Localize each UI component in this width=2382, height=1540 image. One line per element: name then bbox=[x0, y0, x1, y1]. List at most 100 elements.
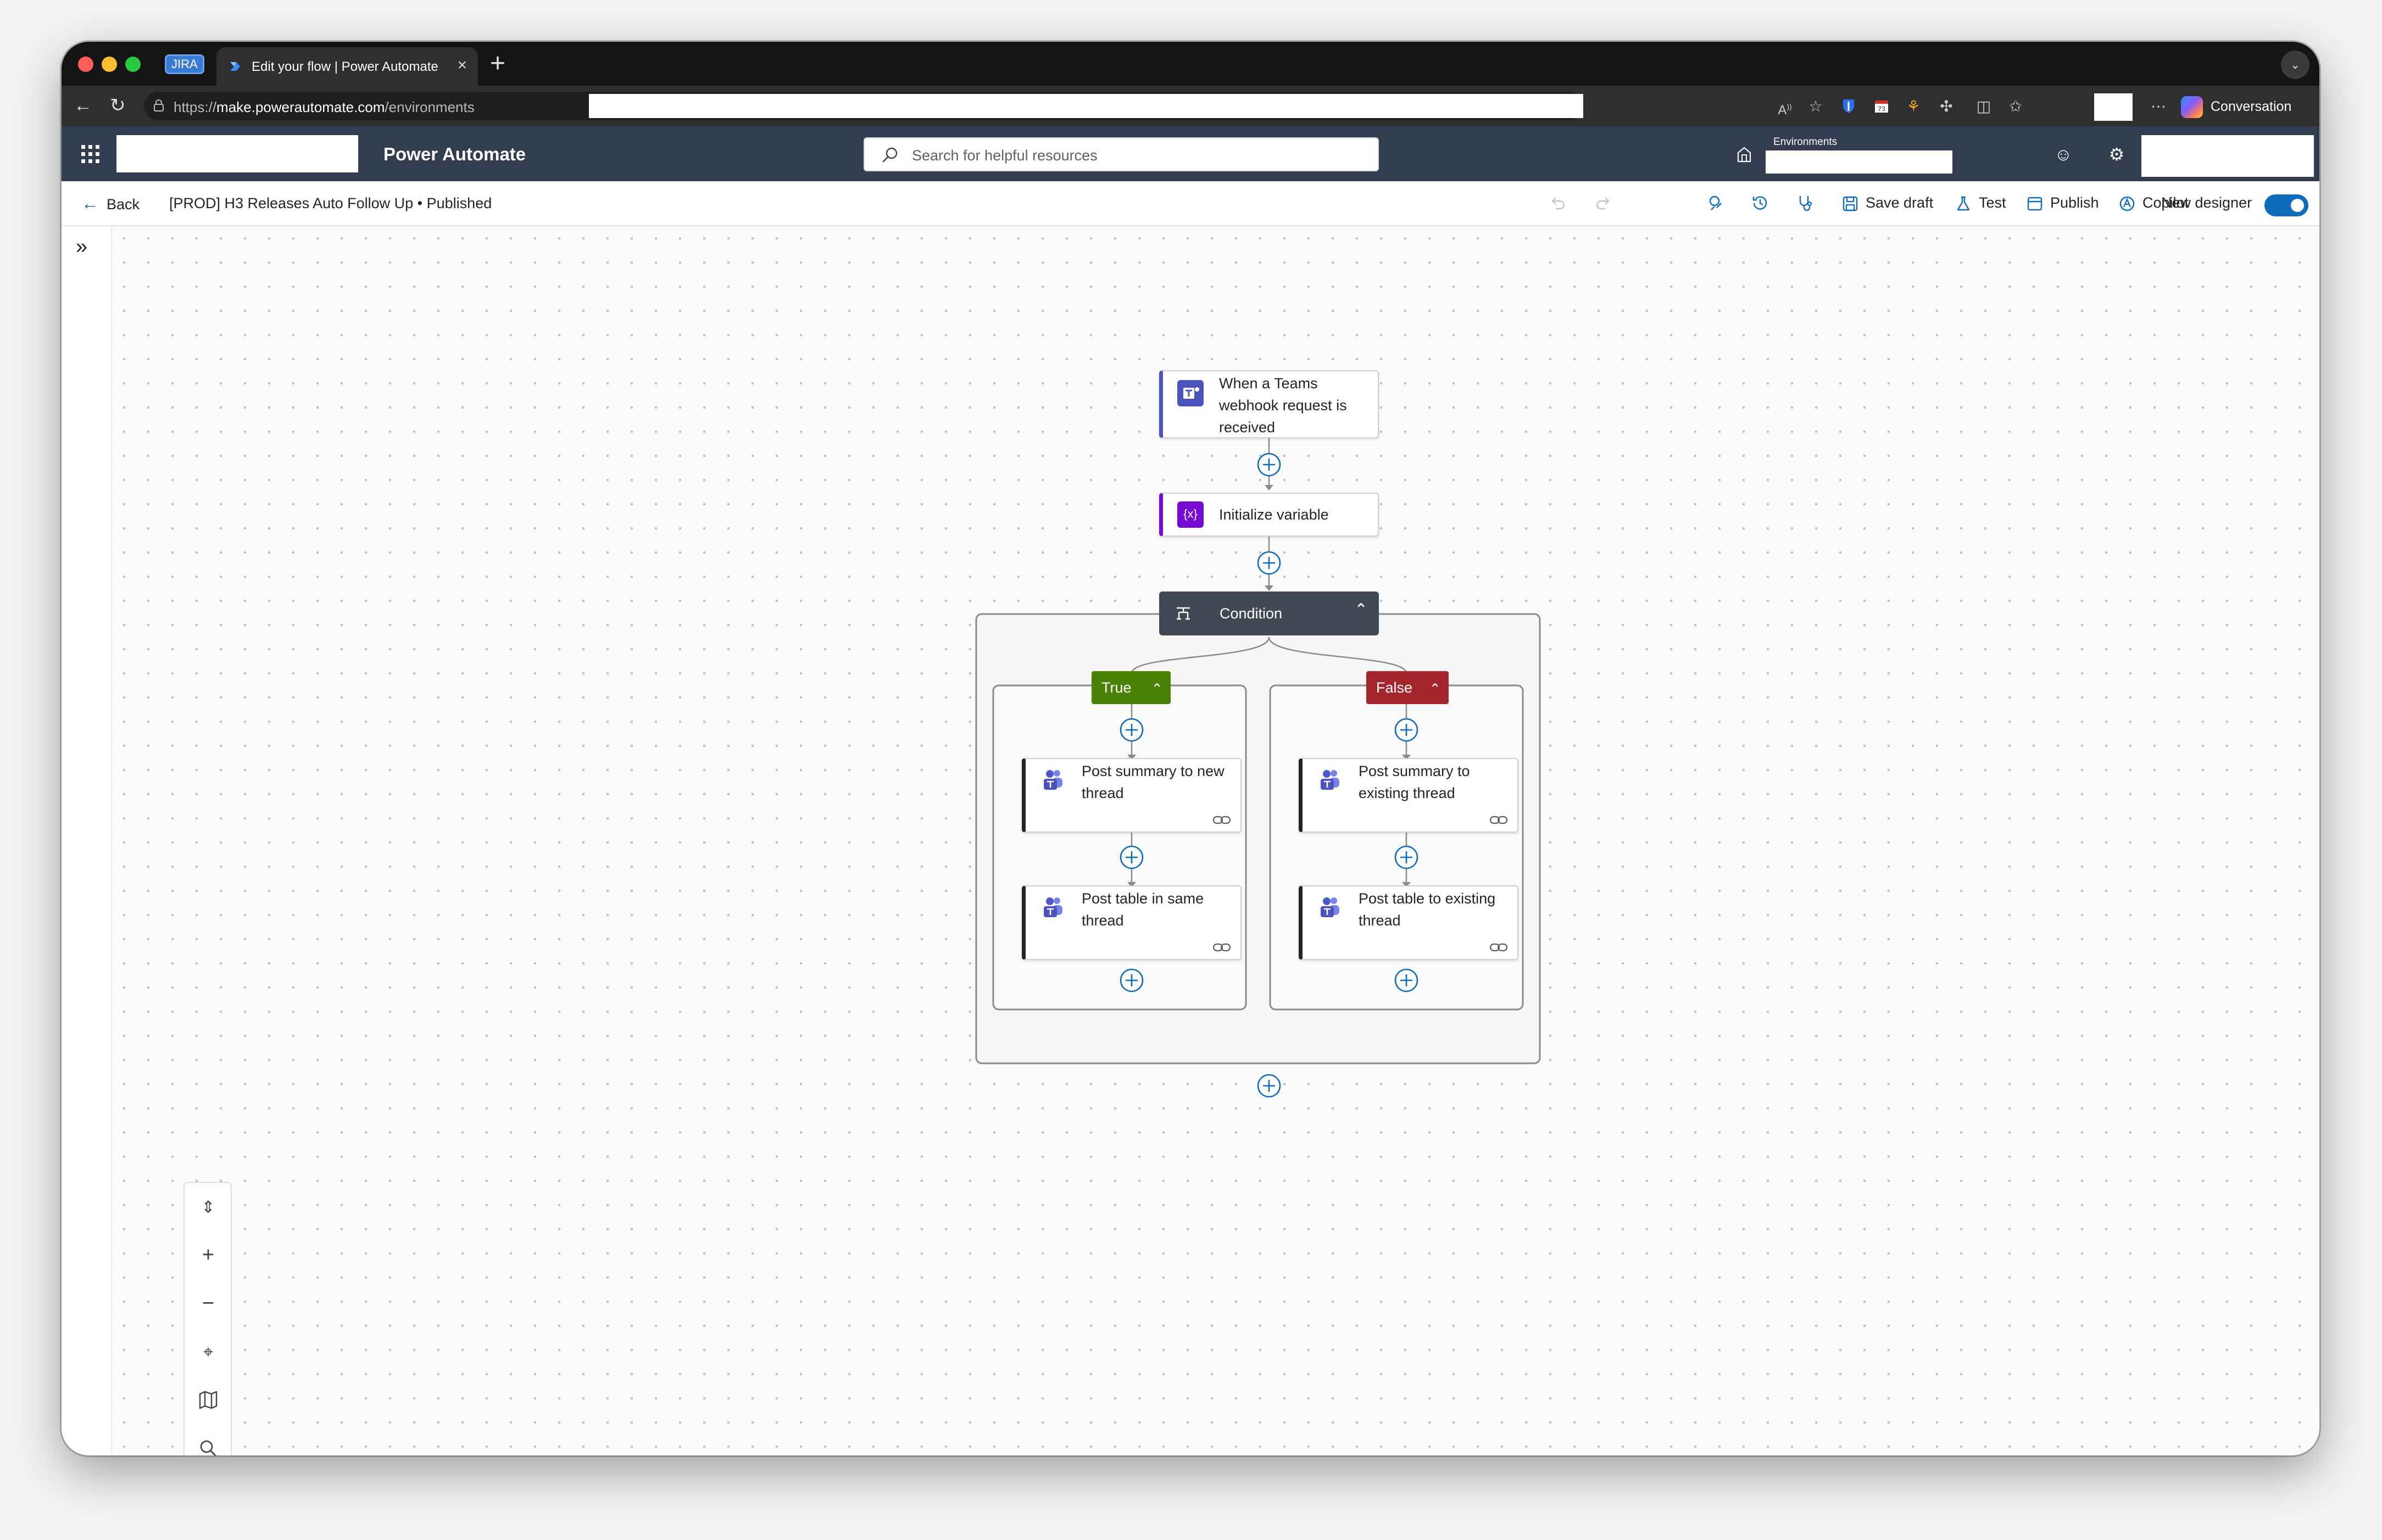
favorite-star-icon[interactable]: ☆ bbox=[1806, 98, 1825, 115]
tab-actions-chevron-icon[interactable]: ⌄ bbox=[2281, 51, 2309, 79]
test-label: Test bbox=[1979, 194, 2006, 211]
true-branch-label[interactable]: True ⌃ bbox=[1092, 671, 1171, 704]
app-name[interactable]: Power Automate bbox=[383, 144, 526, 165]
settings-gear-icon[interactable]: ⚙ bbox=[2106, 144, 2127, 165]
new-designer-toggle[interactable] bbox=[2264, 194, 2308, 216]
false-branch-label[interactable]: False ⌃ bbox=[1366, 671, 1449, 704]
add-step-plus-icon[interactable] bbox=[1394, 968, 1419, 993]
add-step-plus-icon[interactable] bbox=[1119, 968, 1144, 993]
version-history-icon[interactable] bbox=[1750, 193, 1770, 213]
split-screen-icon[interactable]: ◫ bbox=[1974, 98, 1993, 115]
new-tab-icon[interactable]: + bbox=[490, 48, 505, 79]
teams-people-icon bbox=[1321, 770, 1339, 790]
publish-label: Publish bbox=[2050, 194, 2099, 211]
search-icon[interactable] bbox=[196, 1436, 221, 1455]
diagnostics-stethoscope-icon[interactable] bbox=[1795, 193, 1815, 213]
close-window-button[interactable] bbox=[78, 57, 93, 72]
trigger-node[interactable]: When a Teams webhook request is received bbox=[1159, 370, 1379, 438]
save-draft-button[interactable]: Save draft bbox=[1841, 194, 1933, 213]
add-step-plus-icon[interactable] bbox=[1119, 845, 1144, 870]
redo-icon[interactable] bbox=[1593, 193, 1613, 213]
flow-checker-icon[interactable] bbox=[1706, 193, 1726, 213]
link-icon bbox=[1212, 943, 1231, 952]
app-launcher-waffle-icon[interactable] bbox=[81, 145, 100, 164]
read-aloud-icon[interactable]: A)) bbox=[1776, 98, 1794, 118]
environments-label: Environments bbox=[1773, 136, 1838, 148]
search-input[interactable]: Search for helpful resources bbox=[864, 137, 1379, 171]
puzzle-extensions-icon[interactable]: ✣ bbox=[1937, 98, 1956, 115]
favorites-icon[interactable]: ✩ bbox=[2006, 98, 2025, 115]
initialize-variable-title: Initialize variable bbox=[1219, 506, 1329, 523]
teams-people-icon bbox=[1321, 897, 1339, 917]
canvas-controls: ⇕ + − ⌖ bbox=[183, 1182, 232, 1455]
flask-icon bbox=[1957, 196, 1970, 211]
trigger-title: When a Teams webhook request is received bbox=[1219, 375, 1347, 436]
true-action-1-node[interactable]: Post summary to new thread bbox=[1022, 758, 1242, 833]
search-icon bbox=[882, 147, 898, 163]
redacted-area bbox=[589, 94, 1583, 118]
expand-panel-chevrons-icon[interactable]: » bbox=[76, 235, 87, 259]
save-icon bbox=[1843, 196, 1858, 211]
add-step-plus-icon[interactable] bbox=[1394, 717, 1419, 743]
url-path: /environments bbox=[385, 99, 475, 115]
extension-icon[interactable]: ⚘ bbox=[1904, 98, 1923, 115]
pinned-tab-jira[interactable]: JIRA bbox=[165, 54, 204, 74]
add-step-plus-icon[interactable] bbox=[1256, 550, 1282, 576]
collapse-chevron-up-icon[interactable]: ⌃ bbox=[1151, 672, 1163, 705]
back-button[interactable]: ← Back bbox=[81, 193, 140, 214]
redacted-area bbox=[116, 135, 358, 172]
test-button[interactable]: Test bbox=[1955, 194, 2006, 213]
link-icon bbox=[1489, 943, 1508, 952]
add-step-plus-icon[interactable] bbox=[1394, 845, 1419, 870]
true-action-1-title: Post summary to new thread bbox=[1082, 763, 1225, 801]
false-action-2-node[interactable]: Post table to existing thread bbox=[1299, 885, 1518, 960]
power-automate-icon bbox=[230, 62, 240, 71]
app-header: Power Automate Search for helpful resour… bbox=[62, 126, 2319, 181]
teams-icon bbox=[1177, 380, 1204, 406]
initialize-variable-node[interactable]: {x} Initialize variable bbox=[1159, 493, 1379, 537]
link-icon bbox=[1212, 816, 1231, 824]
collapse-chevron-up-icon[interactable]: ⌃ bbox=[1354, 600, 1368, 620]
flow-canvas[interactable]: When a Teams webhook request is received… bbox=[112, 226, 2319, 1455]
false-action-2-title: Post table to existing thread bbox=[1359, 890, 1496, 929]
url-input[interactable]: https://make.powerautomate.com/environme… bbox=[144, 92, 1583, 120]
variable-icon: {x} bbox=[1177, 501, 1204, 528]
flow-breadcrumb: [PROD] H3 Releases Auto Follow Up • Publ… bbox=[169, 195, 492, 211]
false-action-1-node[interactable]: Post summary to existing thread bbox=[1299, 758, 1518, 833]
calendar-extension-icon[interactable]: 73 bbox=[1872, 98, 1891, 115]
fit-view-icon[interactable]: ⌖ bbox=[196, 1339, 221, 1364]
collapse-chevron-up-icon[interactable]: ⌃ bbox=[1429, 672, 1441, 705]
zoom-in-plus-icon[interactable]: + bbox=[196, 1242, 221, 1268]
minimize-window-button[interactable] bbox=[102, 57, 117, 72]
active-tab[interactable]: Edit your flow | Power Automate × bbox=[216, 47, 478, 86]
back-arrow-icon[interactable]: ← bbox=[74, 94, 92, 116]
close-tab-icon[interactable]: × bbox=[457, 56, 467, 75]
conversation-button[interactable]: Conversation bbox=[2181, 93, 2291, 120]
left-rail: » bbox=[62, 226, 112, 1455]
password-manager-icon[interactable] bbox=[1839, 98, 1858, 115]
more-options-icon[interactable]: ⋯ bbox=[2149, 98, 2168, 115]
new-designer-label: New designer bbox=[2161, 194, 2252, 211]
maximize-window-button[interactable] bbox=[125, 57, 141, 72]
undo-icon[interactable] bbox=[1548, 193, 1568, 213]
add-step-plus-icon[interactable] bbox=[1256, 1073, 1282, 1098]
publish-button[interactable]: Publish bbox=[2026, 194, 2099, 213]
minimap-icon[interactable] bbox=[196, 1387, 221, 1413]
feedback-smiley-icon[interactable]: ☺ bbox=[2053, 144, 2074, 165]
true-action-2-title: Post table in same thread bbox=[1082, 890, 1204, 929]
copilot-icon bbox=[2119, 196, 2135, 211]
back-arrow-icon: ← bbox=[81, 193, 99, 213]
add-step-plus-icon[interactable] bbox=[1256, 452, 1282, 477]
publish-icon bbox=[2027, 197, 2042, 211]
zoom-out-minus-icon[interactable]: − bbox=[196, 1291, 221, 1316]
add-step-plus-icon[interactable] bbox=[1119, 717, 1144, 743]
designer-area: » When a Teams webhook request is receiv… bbox=[62, 226, 2319, 1455]
fit-vertical-icon[interactable]: ⇕ bbox=[196, 1195, 221, 1220]
environment-picker[interactable] bbox=[1766, 150, 1952, 174]
search-placeholder: Search for helpful resources bbox=[912, 147, 1098, 164]
redacted-area bbox=[2141, 135, 2314, 177]
refresh-icon[interactable]: ↻ bbox=[110, 94, 126, 116]
environment-icon[interactable] bbox=[1735, 145, 1754, 164]
condition-node[interactable]: Condition ⌃ bbox=[1159, 592, 1379, 635]
true-action-2-node[interactable]: Post table in same thread bbox=[1022, 885, 1242, 960]
